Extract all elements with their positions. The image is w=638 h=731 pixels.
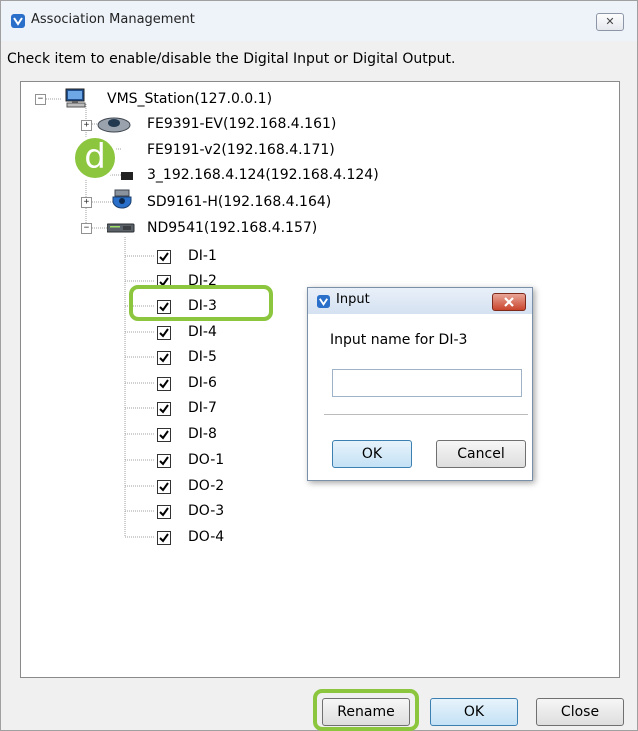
input-dialog-close-button[interactable]	[492, 293, 526, 311]
io-label-di-4: DI-4	[188, 324, 217, 340]
collapse-toggle-root[interactable]: −	[35, 94, 46, 105]
checkbox-di-8[interactable]	[157, 428, 171, 442]
association-management-window: Association Management ✕ Check item to e…	[0, 0, 638, 731]
step-callout-badge: d	[72, 135, 118, 181]
tree-node-device-5[interactable]: ND9541(192.168.4.157)	[147, 218, 317, 238]
io-label-do-4: DO-4	[188, 529, 225, 545]
io-label-di-7: DI-7	[188, 400, 217, 416]
nvr-icon	[107, 223, 135, 233]
io-label-di-1: DI-1	[188, 248, 217, 264]
input-dialog: Input Input name for DI-3 OK Cancel	[307, 287, 533, 481]
dialog-separator	[324, 414, 528, 415]
checkbox-di-7[interactable]	[157, 402, 171, 416]
io-label-do-1: DO-1	[188, 452, 225, 468]
close-button[interactable]: Close	[536, 698, 624, 726]
io-label-di-6: DI-6	[188, 375, 217, 391]
close-icon	[504, 297, 514, 307]
dialog-logo-icon	[317, 295, 330, 308]
instructions-text: Check item to enable/disable the Digital…	[7, 51, 456, 67]
checkbox-di-4[interactable]	[157, 326, 171, 340]
window-close-button[interactable]: ✕	[596, 13, 624, 31]
rename-input[interactable]	[332, 369, 522, 397]
tree-node-device-2[interactable]: FE9191-v2(192.168.4.171)	[147, 140, 335, 160]
expand-toggle-device-1[interactable]: +	[81, 120, 92, 131]
checkbox-do-1[interactable]	[157, 454, 171, 468]
checkbox-do-3[interactable]	[157, 505, 171, 519]
di-3-highlight-frame	[129, 285, 273, 321]
checkbox-do-4[interactable]	[157, 531, 171, 545]
input-dialog-title: Input	[336, 292, 370, 307]
checkbox-di-1[interactable]	[157, 250, 171, 264]
speed-dome-icon	[112, 189, 132, 209]
window-title: Association Management	[31, 12, 195, 27]
checkbox-do-2[interactable]	[157, 480, 171, 494]
collapse-toggle-device-5[interactable]: −	[81, 223, 92, 234]
checkbox-di-5[interactable]	[157, 351, 171, 365]
rename-highlight-frame	[313, 689, 419, 731]
input-dialog-prompt: Input name for DI-3	[330, 332, 468, 348]
io-label-do-3: DO-3	[188, 503, 225, 519]
io-label-di-5: DI-5	[188, 349, 217, 365]
expand-toggle-device-4[interactable]: +	[81, 197, 92, 208]
camera-icon	[121, 172, 133, 180]
tree-node-device-4[interactable]: SD9161-H(192.168.4.164)	[147, 192, 331, 212]
input-dialog-title-bar: Input	[308, 288, 532, 314]
checkbox-di-6[interactable]	[157, 377, 171, 391]
tree-node-root[interactable]: VMS_Station(127.0.0.1)	[107, 89, 272, 109]
dialog-cancel-button[interactable]: Cancel	[436, 440, 526, 468]
computer-icon	[65, 88, 86, 108]
dialog-ok-button[interactable]: OK	[332, 440, 412, 468]
app-logo-icon	[11, 14, 25, 28]
io-label-do-2: DO-2	[188, 478, 225, 494]
fisheye-camera-icon	[97, 117, 131, 133]
tree-node-device-1[interactable]: FE9391-EV(192.168.4.161)	[147, 114, 336, 134]
ok-button[interactable]: OK	[430, 698, 518, 726]
io-label-di-8: DI-8	[188, 426, 217, 442]
title-bar: Association Management ✕	[1, 1, 637, 41]
tree-node-device-3[interactable]: 3_192.168.4.124(192.168.4.124)	[147, 165, 379, 185]
